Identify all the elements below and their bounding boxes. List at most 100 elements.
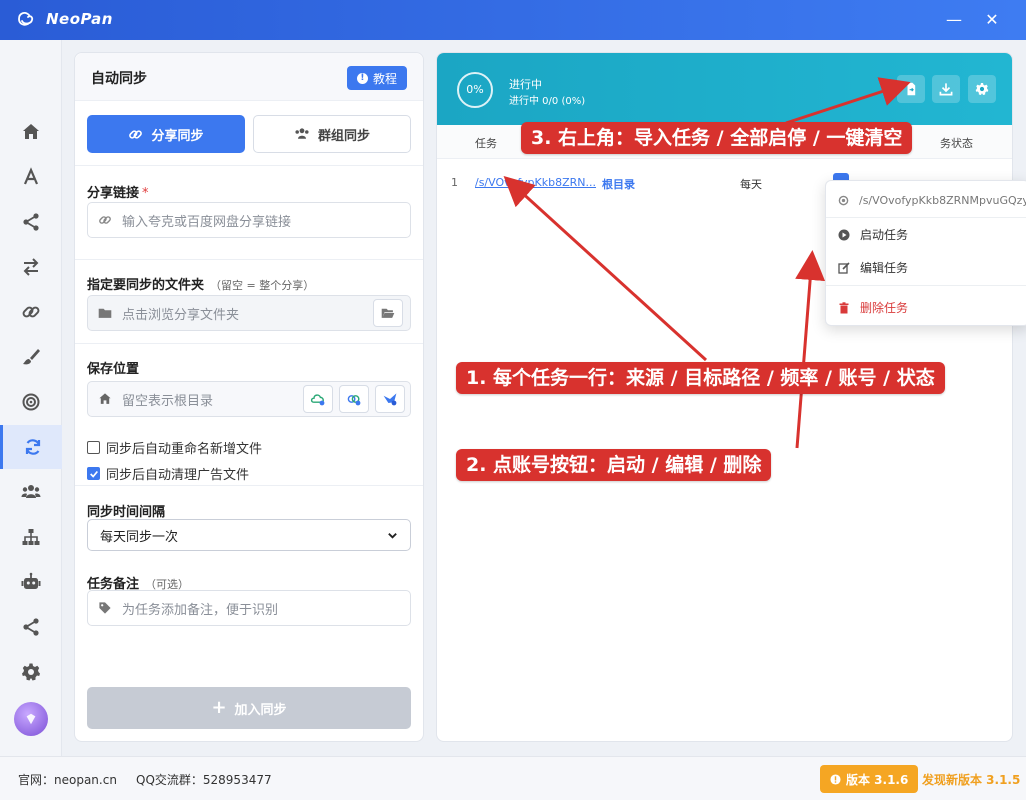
app-logo-icon <box>18 12 34 26</box>
share-link-section: 分享链接 * 输入夸克或百度网盘分享链接 <box>75 165 423 259</box>
minimize-button[interactable]: — <box>942 8 966 32</box>
option-rename-checkbox[interactable] <box>87 441 100 454</box>
share-alt-icon <box>23 618 39 636</box>
trash-icon <box>839 301 849 313</box>
version-badge[interactable]: 版本 3.1.6 <box>820 765 919 793</box>
col-task: 任务 <box>475 137 497 150</box>
annotation-3: 3. 右上角：导入任务 / 全部启停 / 一键清空 <box>521 122 913 154</box>
option-clean-ads-row[interactable]: 同步后自动清理广告文件 <box>87 464 249 483</box>
divider <box>826 285 1026 286</box>
chevron-down-icon <box>388 532 397 539</box>
nav-robot[interactable] <box>0 560 62 604</box>
nav-home[interactable] <box>0 110 62 154</box>
add-sync-label: 加入同步 <box>234 702 287 718</box>
tab-group-sync[interactable]: 群组同步 <box>253 115 411 153</box>
save-location-label: 保存位置 <box>87 362 140 377</box>
users-icon <box>21 485 41 498</box>
annotation-2: 2. 点账号按钮：启动 / 编辑 / 删除 <box>456 449 772 481</box>
info-icon <box>830 773 841 785</box>
delete-task-item[interactable]: 删除任务 <box>838 299 908 316</box>
folder-open-icon <box>381 308 395 318</box>
note-placeholder: 为任务添加备注，便于识别 <box>122 602 279 618</box>
link-icon <box>129 129 143 139</box>
play-icon <box>838 229 850 240</box>
folder-label: 指定要同步的文件夹 （留空 = 整个分享） <box>87 278 315 293</box>
share-link-input[interactable]: 输入夸克或百度网盘分享链接 <box>87 202 411 238</box>
sync-type-tabs: 分享同步 群组同步 <box>87 115 411 153</box>
folder-section: 指定要同步的文件夹 （留空 = 整个分享） 点击浏览分享文件夹 <box>75 259 423 343</box>
nav-sitemap[interactable] <box>0 515 62 559</box>
quark-cloud-button[interactable] <box>303 385 333 413</box>
close-button[interactable]: ✕ <box>980 8 1004 32</box>
website-text: 官网：neopan.cn <box>18 773 117 787</box>
nav-share[interactable] <box>0 200 62 244</box>
robot-icon <box>21 572 41 589</box>
row-source-link[interactable]: /s/VOvofypKkb8ZRN... <box>475 176 596 189</box>
edit-task-item[interactable]: 编辑任务 <box>838 259 908 276</box>
nav-share-alt[interactable] <box>0 605 62 649</box>
row-target: 根目录 <box>602 178 635 191</box>
note-section: 任务备注 （可选） 为任务添加备注，便于识别 <box>75 565 423 665</box>
option-rename-label: 同步后自动重命名新增文件 <box>106 442 263 457</box>
option-clean-ads-checkbox[interactable] <box>87 467 100 480</box>
baidu-cloud-icon <box>347 395 361 406</box>
col-status: 务状态 <box>940 137 973 150</box>
nav-brush[interactable] <box>0 335 62 379</box>
download-icon <box>939 83 953 96</box>
sitemap-icon <box>22 529 40 545</box>
option-clean-ads-label: 同步后自动清理广告文件 <box>106 468 250 483</box>
link-icon <box>99 216 111 224</box>
home-icon <box>99 393 111 404</box>
interval-select[interactable]: 每天同步一次 <box>87 519 411 551</box>
nav-users[interactable] <box>0 470 62 514</box>
baidu-cloud-button[interactable] <box>339 385 369 413</box>
users-icon <box>295 128 309 139</box>
nav-settings[interactable] <box>0 650 62 694</box>
task-context-menu: /s/VOvofypKkb8ZRNMpvuGQzyq 启动任务 编辑任务 删除任… <box>825 180 1026 326</box>
cloud-icon <box>310 394 325 406</box>
nav-sync[interactable] <box>0 425 62 469</box>
folder-icon <box>98 308 112 318</box>
row-index: 1 <box>451 176 458 189</box>
app-title: NeoPan <box>46 10 113 28</box>
interval-label: 同步时间间隔 <box>87 505 166 520</box>
status-sub: 进行中 0/0 (0%) <box>509 96 586 107</box>
tab-share-sync[interactable]: 分享同步 <box>87 115 245 153</box>
share-link-label: 分享链接 * <box>87 186 149 201</box>
bird-icon <box>383 393 397 406</box>
nav-target[interactable] <box>0 380 62 424</box>
tag-icon <box>99 602 111 614</box>
sync-form-panel: 自动同步 ! 教程 分享同步 群组同步 分享链接 * 输入夸克或百度网盘分享链接 … <box>74 52 424 742</box>
edit-icon <box>838 261 850 274</box>
task-list-panel: 0% 进行中 进行中 0/0 (0%) 任务 务状态 1 /s/VOvofypK… <box>436 52 1013 742</box>
progress-header: 0% 进行中 进行中 0/0 (0%) <box>437 53 1012 125</box>
brush-icon <box>23 349 40 365</box>
start-task-item[interactable]: 启动任务 <box>838 226 908 243</box>
tutorial-button[interactable]: ! 教程 <box>346 66 407 90</box>
header-settings-button[interactable] <box>968 75 996 103</box>
row-frequency: 每天 <box>740 178 762 191</box>
import-tasks-button[interactable] <box>897 75 925 103</box>
folder-placeholder: 点击浏览分享文件夹 <box>122 307 240 323</box>
nav-transfer[interactable] <box>0 245 62 289</box>
note-input[interactable]: 为任务添加备注，便于识别 <box>87 590 411 626</box>
nav-link[interactable] <box>0 290 62 334</box>
tab-share-sync-label: 分享同步 <box>151 128 204 144</box>
file-import-icon <box>907 82 916 96</box>
nav-font[interactable] <box>0 155 62 199</box>
settings-icon <box>22 663 40 681</box>
folder-input[interactable]: 点击浏览分享文件夹 <box>87 295 411 331</box>
add-sync-button[interactable]: + 加入同步 <box>87 687 411 729</box>
avatar[interactable] <box>14 702 48 736</box>
download-button[interactable] <box>932 75 960 103</box>
title-bar: NeoPan — ✕ <box>0 0 1026 40</box>
context-menu-header: /s/VOvofypKkb8ZRNMpvuGQzyq <box>838 194 1026 207</box>
browse-folder-button[interactable] <box>373 299 403 327</box>
option-rename-row[interactable]: 同步后自动重命名新增文件 <box>87 438 262 457</box>
qq-group-text: QQ交流群：528953477 <box>136 773 272 787</box>
new-version-link[interactable]: 发现新版本 3.1.5 <box>922 771 1020 788</box>
share-link-placeholder: 输入夸克或百度网盘分享链接 <box>122 214 292 230</box>
check-icon <box>89 470 98 478</box>
font-icon <box>23 167 39 185</box>
custom-path-button[interactable] <box>375 385 405 413</box>
